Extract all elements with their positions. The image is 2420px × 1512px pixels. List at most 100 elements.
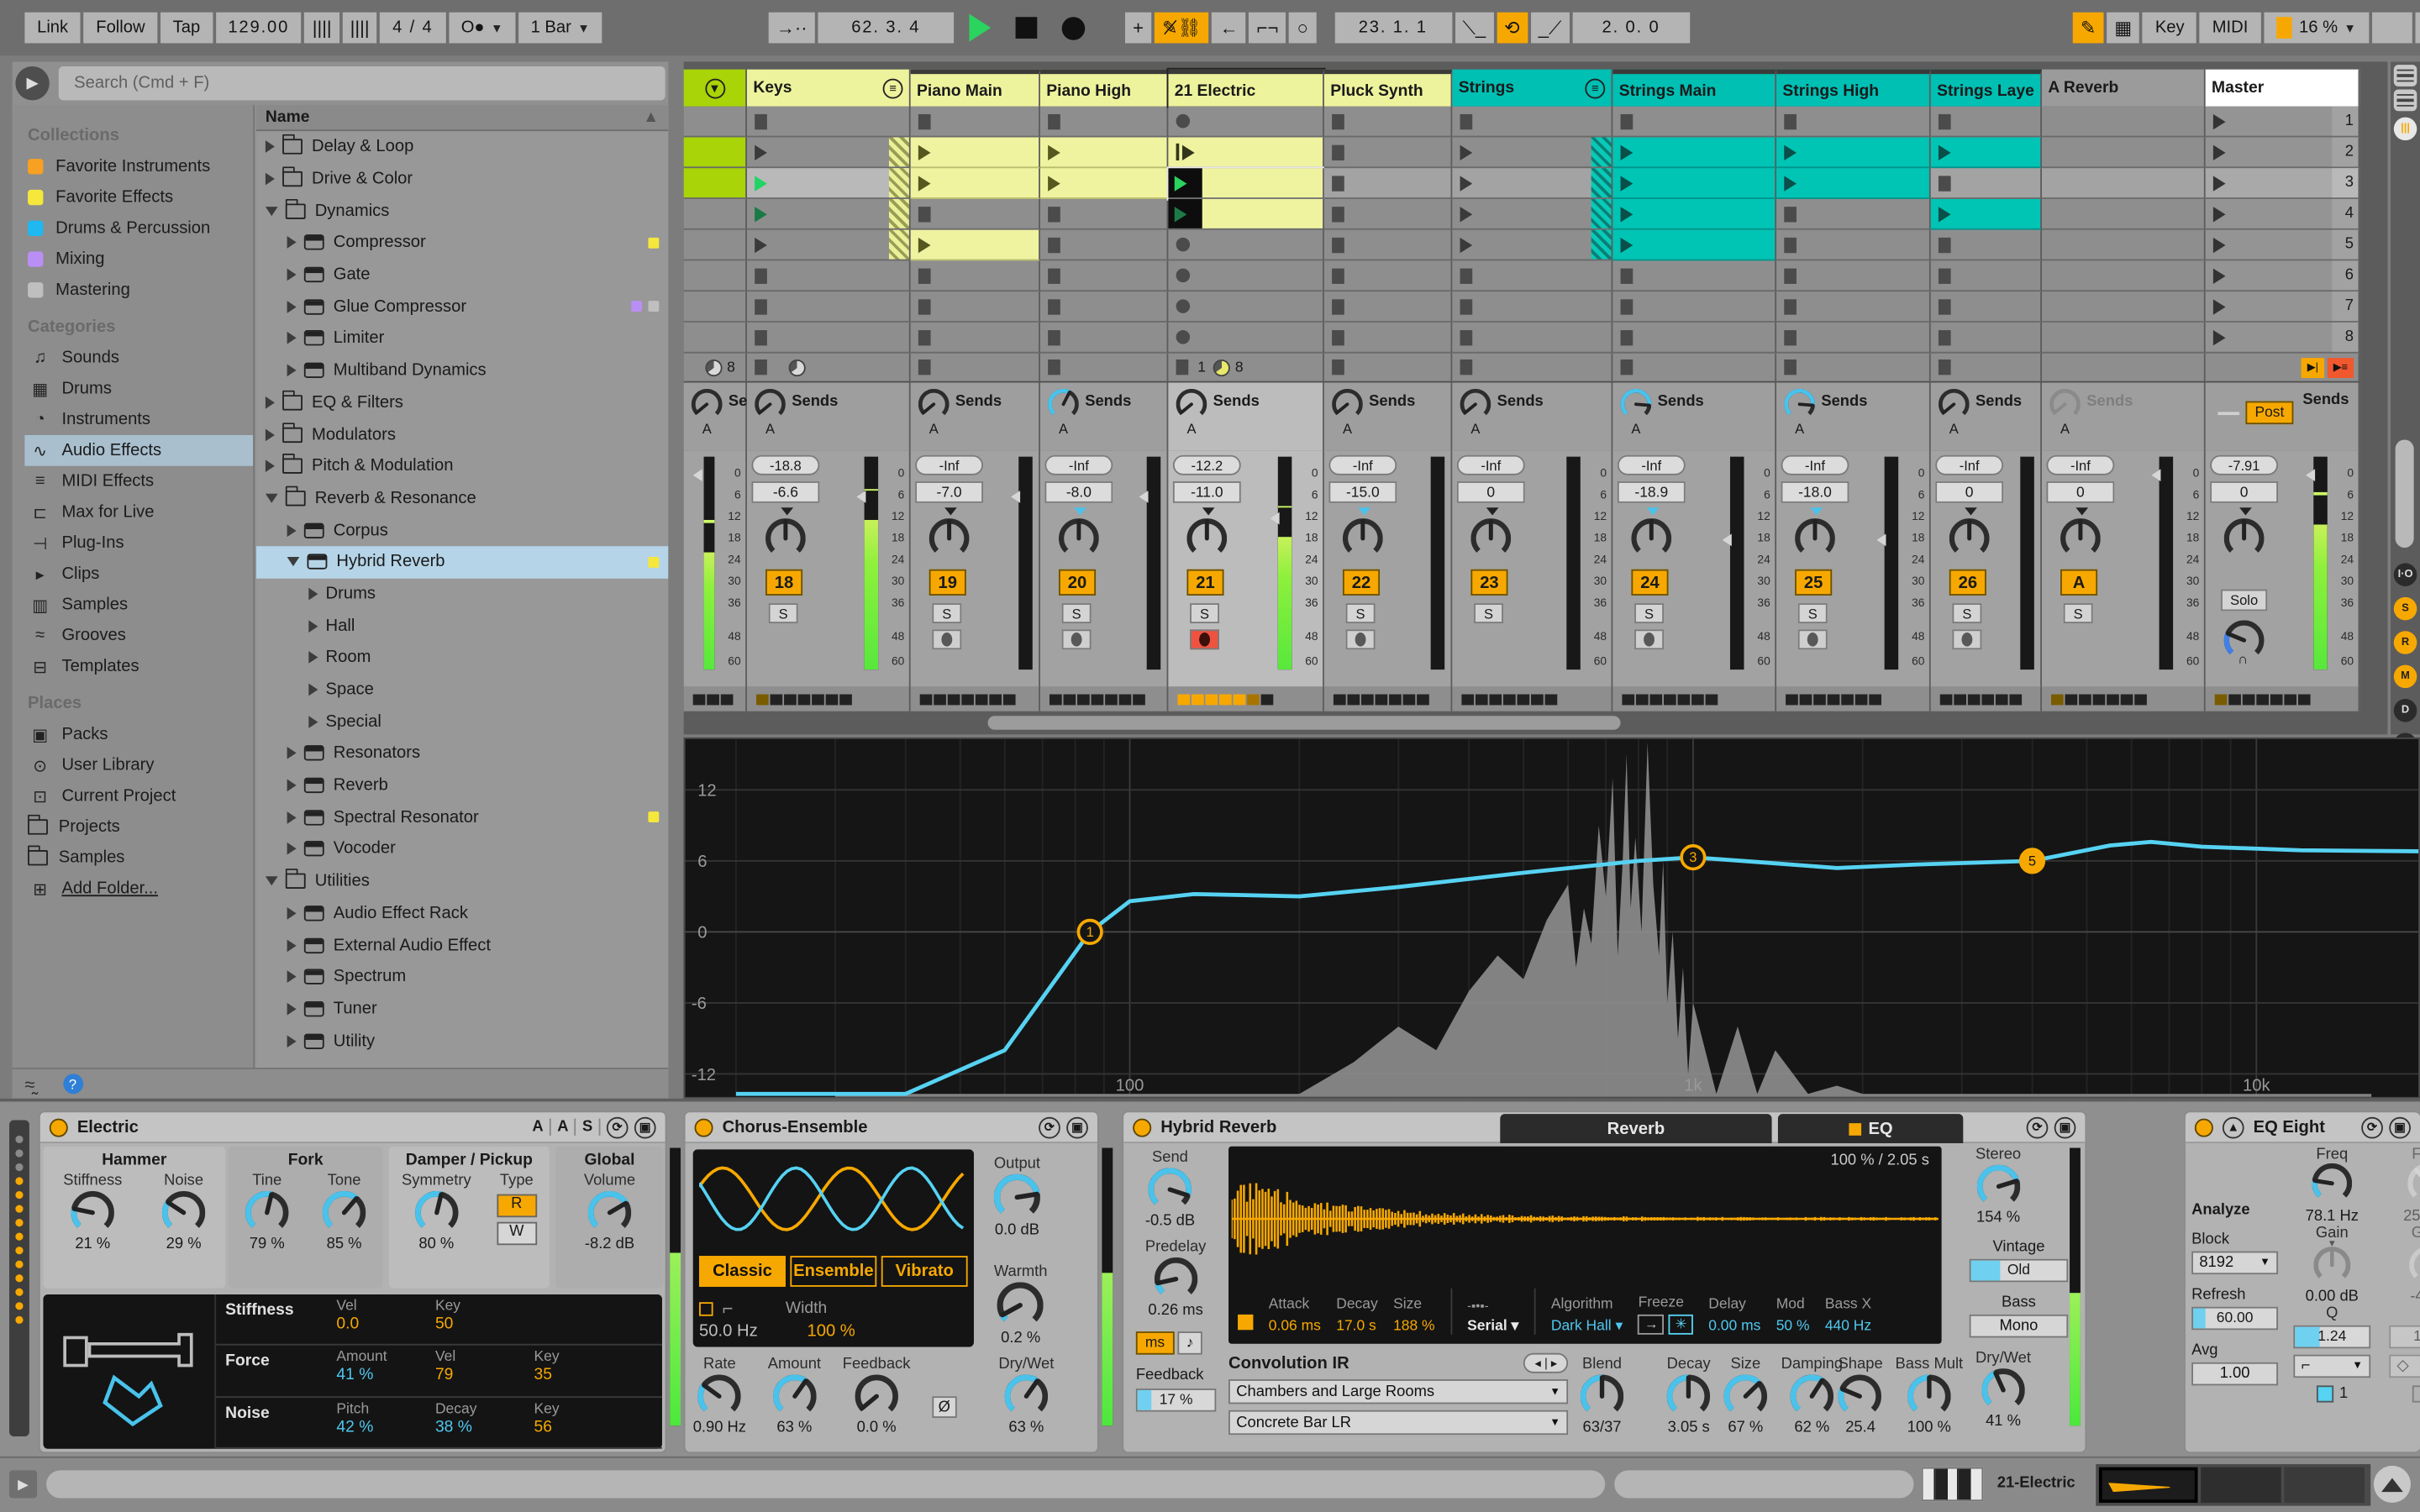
freeze-button[interactable]: ✳	[1669, 1314, 1693, 1335]
tree-item-drive-color[interactable]: Drive & Color	[256, 163, 668, 195]
clip-stop-square[interactable]	[1332, 298, 1344, 314]
clip-stop-circle[interactable]	[1176, 237, 1191, 252]
knob[interactable]	[772, 1374, 816, 1418]
clip-slot[interactable]	[683, 198, 747, 230]
xfade-segment[interactable]	[770, 693, 783, 705]
browser-fold-icon[interactable]: ▶	[15, 66, 50, 101]
tree-item-resonators[interactable]: Resonators	[256, 738, 668, 769]
clip-slot[interactable]: 5	[2205, 229, 2360, 261]
send-a-knob[interactable]	[755, 388, 786, 420]
band-gain-knob[interactable]	[2313, 1247, 2351, 1284]
clip-stop-square[interactable]	[1938, 267, 1951, 284]
clip-stop-square[interactable]	[755, 113, 767, 129]
clip-stop-square[interactable]	[1938, 175, 1951, 191]
capture-back-icon[interactable]: ←	[1212, 12, 1246, 44]
clip-slot[interactable]	[1168, 137, 1324, 169]
solo-button[interactable]: S	[768, 603, 798, 624]
save-preset-icon[interactable]: ▣	[2054, 1116, 2076, 1138]
link-button[interactable]: Link	[24, 12, 81, 44]
scene-launch-icon[interactable]	[2212, 206, 2226, 222]
tree-arrow-icon[interactable]	[287, 747, 297, 760]
clip-stop-square[interactable]	[918, 329, 931, 345]
clip-slot[interactable]: 2	[2205, 137, 2360, 169]
xfade-segment[interactable]	[2297, 693, 2311, 705]
clip-stop-square[interactable]	[1938, 329, 1951, 345]
ms-toggle[interactable]: ms	[1135, 1331, 1175, 1355]
tree-item-drums[interactable]: Drums	[256, 578, 668, 610]
knob[interactable]	[1148, 1168, 1192, 1210]
sidebar-item-plug-ins[interactable]: ⊣ Plug-Ins	[24, 528, 253, 559]
param-value[interactable]: 440 Hz	[1825, 1318, 1871, 1335]
device-header[interactable]: ▲ EQ Eight ⟳ ▣	[2185, 1112, 2420, 1144]
clip-slot[interactable]	[1612, 322, 1777, 354]
mode-button-ensemble[interactable]: Ensemble	[790, 1256, 877, 1287]
clip-slot[interactable]	[746, 198, 911, 230]
track-header[interactable]: Strings Main	[1612, 69, 1777, 107]
band-enable-checkbox[interactable]	[2316, 1385, 2333, 1403]
track-header[interactable]: Pluck Synth	[1323, 69, 1453, 107]
clip-slot[interactable]	[746, 137, 911, 169]
mode-button-vibrato[interactable]: Vibrato	[881, 1256, 968, 1287]
xfade-segment[interactable]	[1177, 693, 1191, 705]
clip-play-icon[interactable]	[1048, 175, 1060, 191]
stop-all-square[interactable]	[755, 359, 767, 375]
peak-level-field[interactable]: -Inf	[1456, 454, 1525, 475]
aas-button[interactable]: A	[532, 1118, 551, 1136]
clip-slot[interactable]	[1168, 260, 1324, 292]
sidebar-item-sounds[interactable]: ♫ Sounds	[24, 343, 253, 374]
device-power-button[interactable]	[2194, 1117, 2213, 1137]
xfade-segment[interactable]	[1827, 693, 1840, 705]
rack-chain-strip[interactable]	[9, 1120, 29, 1436]
clip-slot[interactable]	[1930, 322, 2042, 354]
stop-all-square[interactable]	[1176, 359, 1189, 375]
knob[interactable]	[245, 1191, 289, 1234]
hot-swap-icon[interactable]: ⟳	[1039, 1116, 1060, 1138]
nudge-up-icon[interactable]: ||||	[342, 12, 377, 44]
device-overview-toggle[interactable]	[2393, 89, 2417, 112]
clip-slot[interactable]	[1039, 260, 1169, 292]
knob[interactable]	[1839, 1374, 1882, 1418]
groove-pool-icon[interactable]: ≈̰	[24, 1073, 34, 1095]
clip-slot[interactable]: 3	[2205, 168, 2360, 199]
mixer-section-toggle-d[interactable]: D	[2393, 699, 2417, 722]
tree-arrow-icon[interactable]	[287, 843, 297, 856]
clip-slot[interactable]	[1452, 106, 1613, 138]
device-power-button[interactable]	[1133, 1117, 1152, 1137]
param-value[interactable]: 0.06 ms	[1269, 1318, 1321, 1335]
mod-cell-value[interactable]: 35	[534, 1366, 634, 1384]
xfade-segment[interactable]	[1389, 693, 1402, 705]
clip-stop-square[interactable]	[1332, 144, 1344, 160]
type-option-r[interactable]: R	[496, 1194, 537, 1218]
xfade-segment[interactable]	[1233, 693, 1246, 705]
freeze-in-button[interactable]: →	[1638, 1314, 1665, 1335]
tree-item-audio-effect-rack[interactable]: Audio Effect Rack	[256, 897, 668, 929]
zoom-scroll-bar[interactable]	[1614, 1470, 1914, 1499]
group-fold-icon[interactable]: ▼	[704, 77, 725, 98]
volume-knob[interactable]	[1470, 518, 1512, 559]
clip-stop-square[interactable]	[1048, 113, 1060, 129]
send-a-knob[interactable]	[1176, 388, 1207, 420]
knob-value[interactable]: 63/37	[1583, 1420, 1622, 1436]
avg-field[interactable]: 1.00	[2191, 1362, 2279, 1386]
xfade-segment[interactable]	[1360, 693, 1374, 705]
tree-item-gate[interactable]: Gate	[256, 259, 668, 291]
xfade-segment[interactable]	[2270, 693, 2283, 705]
clip-slot[interactable]	[746, 229, 911, 261]
group-slot-play-icon[interactable]	[755, 175, 767, 191]
clip-slot[interactable]	[1039, 322, 1169, 354]
sidebar-item-instruments[interactable]: ◔ Instruments	[24, 404, 253, 435]
scene-launch-icon[interactable]	[2212, 144, 2226, 160]
save-preset-icon[interactable]: ▣	[2389, 1116, 2411, 1138]
device-header[interactable]: Electric A A S ⟳ ▣	[39, 1112, 666, 1144]
solo-button[interactable]: S	[1634, 603, 1664, 624]
knob[interactable]	[1907, 1374, 1951, 1418]
xfade-segment[interactable]	[1133, 693, 1145, 705]
stop-all-square[interactable]	[1620, 359, 1634, 375]
knob-value[interactable]: 79 %	[250, 1236, 285, 1252]
clip-slot[interactable]	[1452, 168, 1613, 199]
track-header[interactable]: Keys ≡	[746, 69, 911, 107]
clip-slot[interactable]: 7	[2205, 291, 2360, 323]
volume-field[interactable]: -18.0	[1781, 481, 1849, 503]
device-chain-minimap[interactable]	[2096, 1464, 2371, 1506]
tree-arrow-icon[interactable]	[265, 396, 275, 409]
